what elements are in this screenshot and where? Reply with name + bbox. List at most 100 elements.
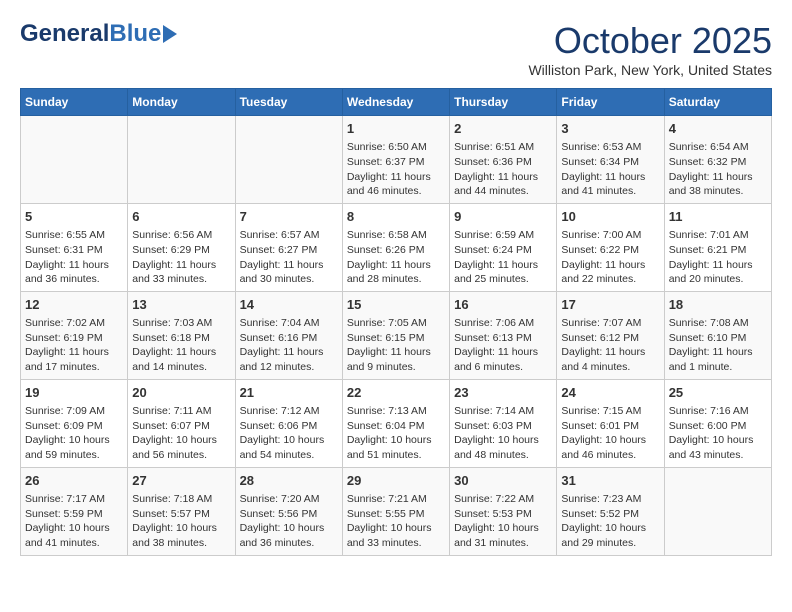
day-number: 14: [240, 296, 338, 314]
day-info: Sunrise: 7:11 AM Sunset: 6:07 PM Dayligh…: [132, 404, 230, 463]
calendar-cell: 13 Sunrise: 7:03 AM Sunset: 6:18 PM Dayli…: [128, 291, 235, 379]
day-number: 2: [454, 120, 552, 138]
day-number: 23: [454, 384, 552, 402]
day-number: 19: [25, 384, 123, 402]
day-info: Sunrise: 7:15 AM Sunset: 6:01 PM Dayligh…: [561, 404, 659, 463]
calendar-cell: 8 Sunrise: 6:58 AM Sunset: 6:26 PM Daylig…: [342, 203, 449, 291]
day-info: Sunrise: 6:53 AM Sunset: 6:34 PM Dayligh…: [561, 140, 659, 199]
calendar-cell: 18 Sunrise: 7:08 AM Sunset: 6:10 PM Dayli…: [664, 291, 771, 379]
calendar-cell: 2 Sunrise: 6:51 AM Sunset: 6:36 PM Daylig…: [450, 116, 557, 204]
calendar-week-row: 5 Sunrise: 6:55 AM Sunset: 6:31 PM Daylig…: [21, 203, 772, 291]
day-info: Sunrise: 7:12 AM Sunset: 6:06 PM Dayligh…: [240, 404, 338, 463]
day-number: 12: [25, 296, 123, 314]
logo: GeneralBlue: [20, 20, 177, 48]
calendar-body: 1Sunrise: 6:50 AM Sunset: 6:37 PM Daylig…: [21, 116, 772, 556]
location: Williston Park, New York, United States: [528, 62, 772, 78]
calendar-cell: [235, 116, 342, 204]
calendar-week-row: 1Sunrise: 6:50 AM Sunset: 6:37 PM Daylig…: [21, 116, 772, 204]
day-number: 27: [132, 472, 230, 490]
weekday-header-cell: Monday: [128, 89, 235, 116]
calendar-week-row: 19Sunrise: 7:09 AM Sunset: 6:09 PM Dayli…: [21, 379, 772, 467]
day-info: Sunrise: 6:58 AM Sunset: 6:26 PM Dayligh…: [347, 228, 445, 287]
logo-arrow-icon: [163, 25, 177, 43]
weekday-header-cell: Thursday: [450, 89, 557, 116]
day-info: Sunrise: 6:59 AM Sunset: 6:24 PM Dayligh…: [454, 228, 552, 287]
day-info: Sunrise: 7:18 AM Sunset: 5:57 PM Dayligh…: [132, 492, 230, 551]
day-number: 20: [132, 384, 230, 402]
calendar-cell: 9Sunrise: 6:59 AM Sunset: 6:24 PM Daylig…: [450, 203, 557, 291]
calendar-cell: 19Sunrise: 7:09 AM Sunset: 6:09 PM Dayli…: [21, 379, 128, 467]
day-number: 24: [561, 384, 659, 402]
day-info: Sunrise: 7:17 AM Sunset: 5:59 PM Dayligh…: [25, 492, 123, 551]
weekday-header-cell: Tuesday: [235, 89, 342, 116]
calendar-cell: 5 Sunrise: 6:55 AM Sunset: 6:31 PM Daylig…: [21, 203, 128, 291]
day-number: 15: [347, 296, 445, 314]
day-number: 11: [669, 208, 767, 226]
calendar-cell: [21, 116, 128, 204]
calendar-cell: 24 Sunrise: 7:15 AM Sunset: 6:01 PM Dayli…: [557, 379, 664, 467]
calendar-cell: 11 Sunrise: 7:01 AM Sunset: 6:21 PM Dayli…: [664, 203, 771, 291]
calendar-week-row: 26Sunrise: 7:17 AM Sunset: 5:59 PM Dayli…: [21, 467, 772, 555]
calendar-cell: [664, 467, 771, 555]
day-number: 16: [454, 296, 552, 314]
day-info: Sunrise: 7:00 AM Sunset: 6:22 PM Dayligh…: [561, 228, 659, 287]
calendar-cell: 4Sunrise: 6:54 AM Sunset: 6:32 PM Daylig…: [664, 116, 771, 204]
day-number: 13: [132, 296, 230, 314]
day-info: Sunrise: 6:55 AM Sunset: 6:31 PM Dayligh…: [25, 228, 123, 287]
day-info: Sunrise: 7:08 AM Sunset: 6:10 PM Dayligh…: [669, 316, 767, 375]
calendar-cell: 30Sunrise: 7:22 AM Sunset: 5:53 PM Dayli…: [450, 467, 557, 555]
day-number: 22: [347, 384, 445, 402]
calendar-cell: 16 Sunrise: 7:06 AM Sunset: 6:13 PM Dayli…: [450, 291, 557, 379]
weekday-header-cell: Wednesday: [342, 89, 449, 116]
day-number: 7: [240, 208, 338, 226]
calendar-cell: 3 Sunrise: 6:53 AM Sunset: 6:34 PM Daylig…: [557, 116, 664, 204]
day-info: Sunrise: 7:06 AM Sunset: 6:13 PM Dayligh…: [454, 316, 552, 375]
day-info: Sunrise: 7:04 AM Sunset: 6:16 PM Dayligh…: [240, 316, 338, 375]
logo-blue: Blue: [109, 20, 161, 48]
calendar-cell: 26Sunrise: 7:17 AM Sunset: 5:59 PM Dayli…: [21, 467, 128, 555]
calendar-cell: 7Sunrise: 6:57 AM Sunset: 6:27 PM Daylig…: [235, 203, 342, 291]
day-number: 8: [347, 208, 445, 226]
logo-general: General: [20, 20, 109, 48]
day-number: 25: [669, 384, 767, 402]
day-number: 3: [561, 120, 659, 138]
calendar-cell: 28Sunrise: 7:20 AM Sunset: 5:56 PM Dayli…: [235, 467, 342, 555]
day-info: Sunrise: 7:07 AM Sunset: 6:12 PM Dayligh…: [561, 316, 659, 375]
calendar-cell: 21 Sunrise: 7:12 AM Sunset: 6:06 PM Dayli…: [235, 379, 342, 467]
day-number: 18: [669, 296, 767, 314]
calendar-cell: 29 Sunrise: 7:21 AM Sunset: 5:55 PM Dayli…: [342, 467, 449, 555]
calendar-cell: 6Sunrise: 6:56 AM Sunset: 6:29 PM Daylig…: [128, 203, 235, 291]
calendar-cell: 1Sunrise: 6:50 AM Sunset: 6:37 PM Daylig…: [342, 116, 449, 204]
day-info: Sunrise: 7:23 AM Sunset: 5:52 PM Dayligh…: [561, 492, 659, 551]
weekday-header-cell: Sunday: [21, 89, 128, 116]
day-number: 17: [561, 296, 659, 314]
day-number: 6: [132, 208, 230, 226]
day-info: Sunrise: 7:14 AM Sunset: 6:03 PM Dayligh…: [454, 404, 552, 463]
day-info: Sunrise: 7:01 AM Sunset: 6:21 PM Dayligh…: [669, 228, 767, 287]
calendar-cell: 31 Sunrise: 7:23 AM Sunset: 5:52 PM Dayli…: [557, 467, 664, 555]
day-info: Sunrise: 7:21 AM Sunset: 5:55 PM Dayligh…: [347, 492, 445, 551]
calendar-cell: 10Sunrise: 7:00 AM Sunset: 6:22 PM Dayli…: [557, 203, 664, 291]
day-number: 29: [347, 472, 445, 490]
calendar-cell: [128, 116, 235, 204]
calendar-cell: 27 Sunrise: 7:18 AM Sunset: 5:57 PM Dayli…: [128, 467, 235, 555]
weekday-header-cell: Friday: [557, 89, 664, 116]
calendar-cell: 25Sunrise: 7:16 AM Sunset: 6:00 PM Dayli…: [664, 379, 771, 467]
calendar-week-row: 12Sunrise: 7:02 AM Sunset: 6:19 PM Dayli…: [21, 291, 772, 379]
day-info: Sunrise: 7:13 AM Sunset: 6:04 PM Dayligh…: [347, 404, 445, 463]
day-number: 31: [561, 472, 659, 490]
day-number: 28: [240, 472, 338, 490]
calendar-cell: 14 Sunrise: 7:04 AM Sunset: 6:16 PM Dayli…: [235, 291, 342, 379]
calendar-cell: 22 Sunrise: 7:13 AM Sunset: 6:04 PM Dayli…: [342, 379, 449, 467]
day-info: Sunrise: 7:03 AM Sunset: 6:18 PM Dayligh…: [132, 316, 230, 375]
calendar-cell: 15 Sunrise: 7:05 AM Sunset: 6:15 PM Dayli…: [342, 291, 449, 379]
day-number: 21: [240, 384, 338, 402]
calendar-cell: 17 Sunrise: 7:07 AM Sunset: 6:12 PM Dayli…: [557, 291, 664, 379]
day-info: Sunrise: 6:51 AM Sunset: 6:36 PM Dayligh…: [454, 140, 552, 199]
day-info: Sunrise: 7:05 AM Sunset: 6:15 PM Dayligh…: [347, 316, 445, 375]
calendar-cell: 20 Sunrise: 7:11 AM Sunset: 6:07 PM Dayli…: [128, 379, 235, 467]
day-number: 5: [25, 208, 123, 226]
calendar-table: SundayMondayTuesdayWednesdayThursdayFrid…: [20, 88, 772, 556]
title-block: October 2025 Williston Park, New York, U…: [528, 20, 772, 78]
day-info: Sunrise: 7:22 AM Sunset: 5:53 PM Dayligh…: [454, 492, 552, 551]
